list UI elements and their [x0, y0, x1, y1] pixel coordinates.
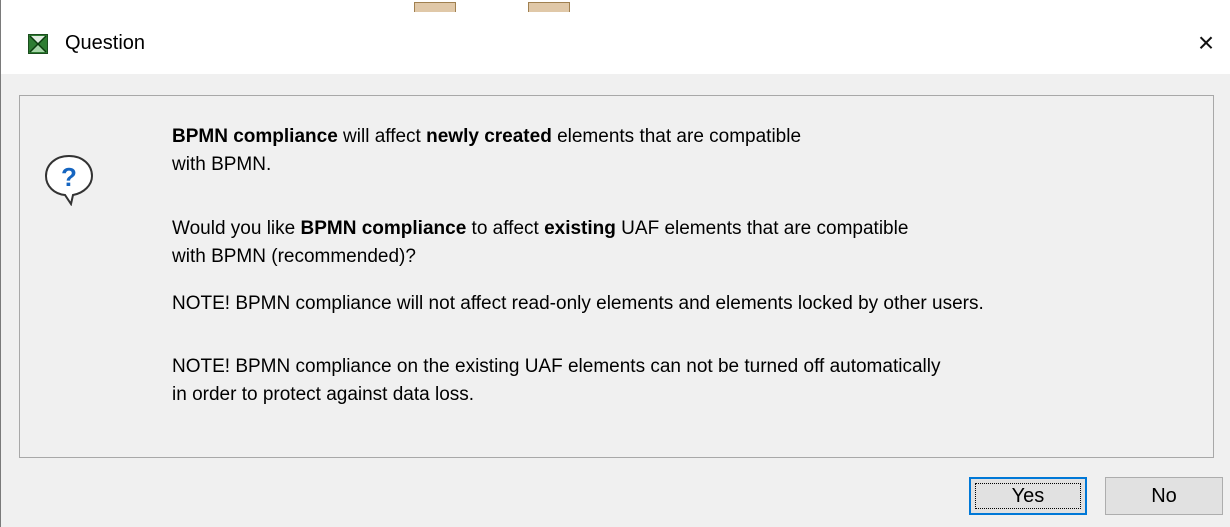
message-text: Would you like — [172, 218, 301, 239]
message-text: will affect — [337, 126, 427, 147]
question-dialog: Question × ? BPMN compliance will affect… — [0, 0, 1230, 527]
focus-ring — [975, 483, 1081, 509]
no-button[interactable]: No — [1105, 477, 1223, 515]
message-paragraph-3: NOTE! BPMN compliance will not affect re… — [172, 293, 984, 314]
message-text: to affect — [466, 218, 545, 239]
yes-button[interactable]: Yes — [969, 477, 1087, 515]
title-bar: Question × — [1, 12, 1230, 74]
close-button[interactable]: × — [1189, 26, 1223, 60]
svg-text:?: ? — [61, 162, 77, 192]
emphasis-text: existing — [544, 218, 616, 239]
emphasis-text: BPMN compliance — [300, 218, 467, 239]
message-text: elements that are compatible — [551, 126, 802, 147]
question-bubble-icon: ? — [44, 154, 94, 206]
dialog-title: Question — [65, 32, 146, 54]
emphasis-text: newly created — [426, 126, 552, 147]
message-paragraph-2-line-2: with BPMN (recommended)? — [172, 246, 416, 267]
message-paragraph-4-line-1: NOTE! BPMN compliance on the existing UA… — [172, 356, 941, 377]
message-paragraph-2-line-1: Would you like BPMN compliance to affect… — [172, 215, 908, 243]
message-paragraph-1-line-1: BPMN compliance will affect newly create… — [172, 123, 801, 151]
background-window-strip — [1, 0, 1230, 13]
message-paragraph-1-line-2: with BPMN. — [172, 154, 272, 175]
app-logo-icon — [28, 34, 48, 54]
message-text: UAF elements that are compatible — [615, 218, 909, 239]
close-icon: × — [1197, 27, 1215, 58]
message-paragraph-4-line-2: in order to protect against data loss. — [172, 384, 475, 405]
emphasis-text: BPMN compliance — [172, 126, 338, 147]
no-button-label: No — [1151, 485, 1177, 507]
